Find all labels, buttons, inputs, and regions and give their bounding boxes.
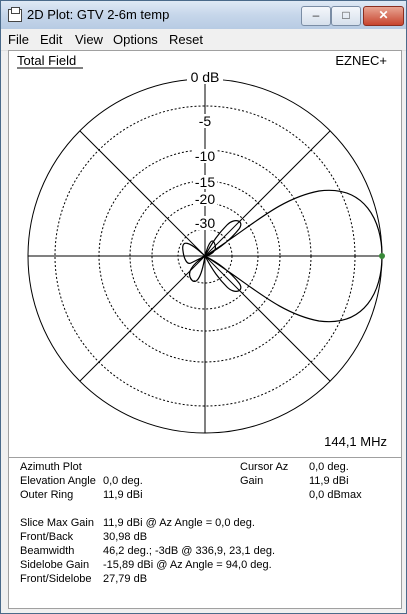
slice-max-value: 11,9 dBi @ Az Angle = 0,0 deg. [103,517,255,529]
minimize-icon: – [312,8,320,22]
ring-label-0db: 0 dB [191,69,220,85]
menu-bar: File Edit View Options Reset [1,29,406,51]
ring-label-minus5: -5 [199,113,212,129]
menu-edit[interactable]: Edit [40,32,62,47]
cursor-az-value: 0,0 deg. [309,461,349,473]
window-title: 2D Plot: GTV 2-6m temp [27,7,170,22]
gain-max-value: 0,0 dBmax [309,489,362,501]
menu-reset[interactable]: Reset [169,32,203,47]
brand-label: EZNEC+ [335,53,387,68]
front-sidelobe-value: 27,79 dB [103,573,148,585]
cursor-dot[interactable] [379,253,385,259]
app-icon [8,7,22,22]
ring-label-minus20: -20 [195,191,215,207]
close-icon: ✕ [378,8,389,22]
cursor-az-label: Cursor Az [240,461,289,473]
frequency-label: 144,1 MHz [324,434,387,449]
info-panel: Azimuth Plot Elevation Angle 0,0 deg. Ou… [8,457,402,609]
maximize-button[interactable]: □ [331,6,361,26]
beamwidth-value: 46,2 deg.; -3dB @ 336,9, 23,1 deg. [103,545,276,557]
field-label: Total Field [17,53,76,68]
sidelobe-gain-label: Sidelobe Gain [20,559,90,571]
plot-window: 2D Plot: GTV 2-6m temp – □ ✕ File Edit V… [0,0,407,614]
menu-options[interactable]: Options [113,32,158,47]
polar-plot: Total Field EZNEC+ 0 dB -5 -10 -15 -20 -… [17,53,387,449]
sidelobe-gain-value: -15,89 dBi @ Az Angle = 94,0 deg. [103,559,272,571]
plot-type-label: Azimuth Plot [20,461,82,473]
elevation-angle-label: Elevation Angle [20,475,96,487]
front-back-value: 30,98 dB [103,531,148,543]
outer-ring-value: 11,9 dBi [103,489,143,501]
gain-label: Gain [240,475,264,487]
beamwidth-label: Beamwidth [20,545,75,557]
minimize-button[interactable]: – [301,6,331,26]
ring-label-minus15: -15 [195,174,215,190]
menu-file[interactable]: File [8,32,29,47]
menu-view[interactable]: View [75,32,103,47]
front-back-label: Front/Back [20,531,74,543]
polar-plot-area[interactable]: Total Field EZNEC+ 0 dB -5 -10 -15 -20 -… [8,50,402,458]
slice-max-label: Slice Max Gain [20,517,94,529]
gain-value: 11,9 dBi [309,475,349,487]
ring-label-minus30: -30 [195,215,215,231]
ring-label-minus10: -10 [195,148,215,164]
title-bar[interactable]: 2D Plot: GTV 2-6m temp – □ ✕ [1,1,406,29]
front-sidelobe-label: Front/Sidelobe [20,573,92,585]
elevation-angle-value: 0,0 deg. [103,475,143,487]
close-button[interactable]: ✕ [363,6,404,26]
maximize-icon: □ [342,8,350,22]
outer-ring-label: Outer Ring [20,489,74,501]
